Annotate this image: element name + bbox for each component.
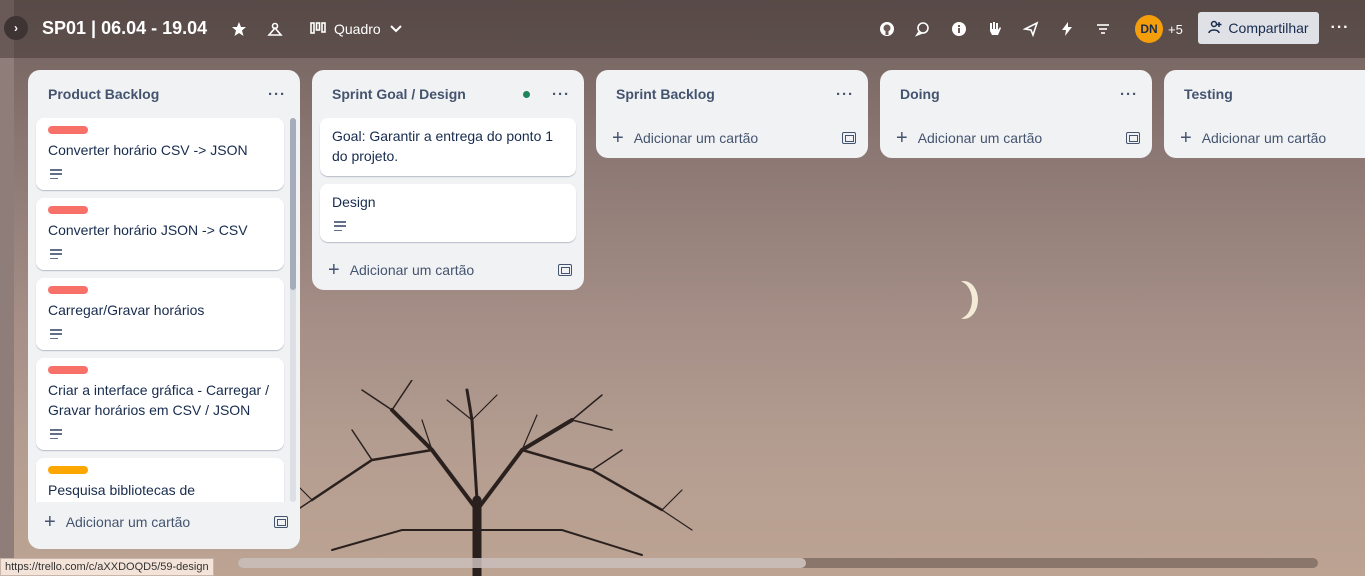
add-card-button[interactable]: + Adicionar um cartão (1164, 118, 1365, 158)
more-options-icon[interactable]: ··· (1329, 18, 1351, 38)
workspace-visibility-icon[interactable] (265, 19, 285, 39)
card-template-icon[interactable] (842, 132, 856, 144)
card-label[interactable] (48, 286, 88, 294)
card-label[interactable] (48, 206, 88, 214)
status-bar-url: https://trello.com/c/aXXDOQD5/59-design (0, 558, 214, 576)
github-icon[interactable] (877, 19, 897, 39)
list-menu-icon[interactable]: ··· (550, 83, 572, 105)
watching-indicator (523, 90, 530, 98)
plus-icon: + (328, 259, 340, 281)
member-count[interactable]: +5 (1168, 22, 1183, 37)
description-icon (48, 428, 64, 440)
description-icon (48, 168, 64, 180)
card[interactable]: Converter horário JSON -> CSV (36, 198, 284, 270)
card[interactable]: Design (320, 184, 576, 242)
list-header: Sprint Goal / Design ··· (312, 70, 584, 118)
card-title: Criar a interface gráfica - Carregar / G… (48, 382, 269, 418)
card-title: Pesquisa bibliotecas de (48, 482, 196, 498)
list-header: Sprint Backlog ··· (596, 70, 868, 118)
card-title: Goal: Garantir a entrega do ponto 1 do p… (332, 128, 554, 164)
description-icon (332, 220, 348, 232)
card-title: Converter horário CSV -> JSON (48, 142, 248, 158)
list-title[interactable]: Doing (900, 86, 1118, 102)
list-header: Doing ··· (880, 70, 1152, 118)
list-title[interactable]: Testing (1184, 86, 1353, 102)
add-card-button[interactable]: + Adicionar um cartão (312, 250, 584, 290)
list-title[interactable]: Sprint Goal / Design (332, 86, 523, 102)
add-card-label: Adicionar um cartão (917, 130, 1043, 146)
card-scroll-area[interactable]: Converter horário CSV -> JSON Converter … (28, 118, 300, 502)
list-scrollbar[interactable] (290, 118, 296, 502)
list-doing: Doing ··· + Adicionar um cartão (880, 70, 1152, 158)
list-title[interactable]: Product Backlog (48, 86, 266, 102)
card-label[interactable] (48, 126, 88, 134)
add-card-label: Adicionar um cartão (349, 262, 475, 278)
card-title: Design (332, 194, 376, 210)
board-horizontal-scrollbar[interactable] (238, 558, 1318, 568)
list-menu-icon[interactable]: ··· (1118, 83, 1140, 105)
share-button[interactable]: Compartilhar (1198, 12, 1319, 44)
board-header: › SP01 | 06.04 - 19.04 Quadro DN +5 Comp… (0, 0, 1365, 58)
card-label[interactable] (48, 366, 88, 374)
description-icon (48, 328, 64, 340)
sidebar-toggle-button[interactable]: › (4, 16, 28, 40)
board-title[interactable]: SP01 | 06.04 - 19.04 (42, 18, 207, 39)
moon-background (944, 281, 972, 319)
card-title: Carregar/Gravar horários (48, 302, 205, 318)
star-icon[interactable] (229, 19, 249, 39)
board-view-icon (310, 21, 326, 37)
chevron-down-icon (389, 21, 403, 37)
list-testing: Testing + Adicionar um cartão (1164, 70, 1365, 158)
send-icon[interactable] (1021, 19, 1041, 39)
plus-icon: + (44, 511, 56, 533)
card[interactable]: Goal: Garantir a entrega do ponto 1 do p… (320, 118, 576, 176)
add-person-icon (1208, 20, 1222, 37)
list-menu-icon[interactable]: ··· (834, 83, 856, 105)
card-template-icon[interactable] (274, 516, 288, 528)
filter-icon[interactable] (1093, 19, 1113, 39)
list-title[interactable]: Sprint Backlog (616, 86, 834, 102)
view-switcher[interactable]: Quadro (310, 19, 403, 39)
add-card-button[interactable]: + Adicionar um cartão (596, 118, 868, 158)
chevron-right-icon: › (14, 21, 18, 35)
plus-icon: + (896, 127, 908, 149)
share-label: Compartilhar (1228, 20, 1309, 36)
tree-background (281, 380, 693, 576)
comments-icon[interactable] (913, 19, 933, 39)
card-title: Converter horário JSON -> CSV (48, 222, 248, 238)
list-menu-icon[interactable]: ··· (266, 83, 288, 105)
list-product-backlog: Product Backlog ··· Converter horário CS… (28, 70, 300, 549)
list-sprint-goal-design: Sprint Goal / Design ··· Goal: Garantir … (312, 70, 584, 290)
add-card-button[interactable]: + Adicionar um cartão (28, 502, 300, 542)
card-label[interactable] (48, 466, 88, 474)
card-template-icon[interactable] (1126, 132, 1140, 144)
view-label: Quadro (334, 21, 381, 37)
member-avatar[interactable]: DN (1135, 15, 1163, 43)
add-card-label: Adicionar um cartão (633, 130, 759, 146)
add-card-button[interactable]: + Adicionar um cartão (880, 118, 1152, 158)
description-icon (48, 248, 64, 260)
plus-icon: + (1180, 127, 1192, 149)
card-template-icon[interactable] (558, 264, 572, 276)
info-icon[interactable] (949, 19, 969, 39)
plus-icon: + (612, 127, 624, 149)
automation-icon[interactable] (1057, 19, 1077, 39)
power-up-icon[interactable] (985, 19, 1005, 39)
left-edge-strip (0, 0, 14, 576)
card[interactable]: Carregar/Gravar horários (36, 278, 284, 350)
list-header: Testing (1164, 70, 1365, 118)
card[interactable]: Pesquisa bibliotecas de (36, 458, 284, 502)
add-card-label: Adicionar um cartão (1201, 130, 1327, 146)
list-header: Product Backlog ··· (28, 70, 300, 118)
card[interactable]: Criar a interface gráfica - Carregar / G… (36, 358, 284, 450)
add-card-label: Adicionar um cartão (65, 514, 191, 530)
list-sprint-backlog: Sprint Backlog ··· + Adicionar um cartão (596, 70, 868, 158)
card[interactable]: Converter horário CSV -> JSON (36, 118, 284, 190)
